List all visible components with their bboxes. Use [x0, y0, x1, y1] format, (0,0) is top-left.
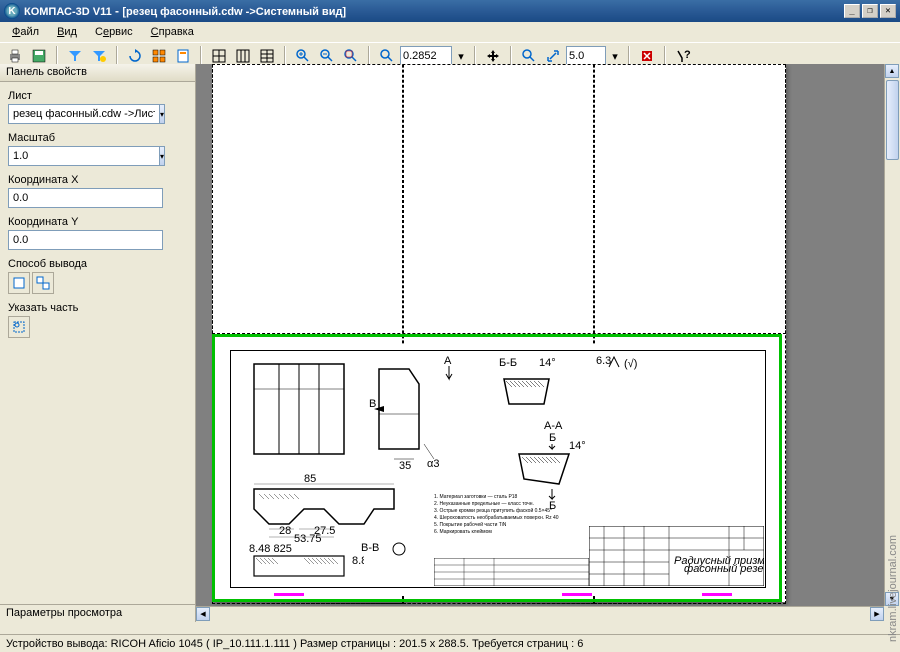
coordx-input[interactable] — [8, 188, 163, 208]
svg-text:35: 35 — [399, 460, 411, 472]
output-label: Способ вывода — [8, 258, 187, 270]
menu-help[interactable]: Справка — [143, 24, 202, 40]
zoom-value-input[interactable] — [400, 46, 452, 66]
svg-text:6.3: 6.3 — [596, 355, 611, 367]
part-label: Указать часть — [8, 302, 187, 314]
output-mode2-button[interactable] — [32, 272, 54, 294]
scroll-up-button[interactable]: ▲ — [885, 64, 899, 78]
scroll-right-button[interactable]: ▶ — [870, 607, 884, 621]
part-select-button[interactable] — [8, 316, 30, 338]
scale-value-input[interactable] — [566, 46, 606, 66]
restore-button[interactable]: ❐ — [862, 4, 878, 18]
minimize-button[interactable]: _ — [844, 4, 860, 18]
svg-text:8.48 825: 8.48 825 — [249, 544, 292, 555]
panel-tab[interactable]: Параметры просмотра — [0, 604, 195, 622]
svg-text:фасонный резец: фасонный резец — [684, 563, 764, 575]
status-text: Устройство вывода: RICOH Aficio 1045 ( I… — [6, 638, 583, 650]
menubar: Файл Вид Сервис Справка — [0, 22, 900, 42]
drawing-notes: 1. Материал заготовки — сталь Р18 2. Неу… — [434, 494, 604, 536]
drawing-content: В 35 α3 А Б-Б 14° 6.3 (√ — [224, 344, 772, 594]
output-mode1-button[interactable] — [8, 272, 30, 294]
menu-view[interactable]: Вид — [49, 24, 85, 40]
coordy-input[interactable] — [8, 230, 163, 250]
menu-service[interactable]: Сервис — [87, 24, 141, 40]
svg-text:А-А: А-А — [544, 420, 563, 432]
watermark: nkram.livejournal.com — [887, 535, 899, 642]
coordy-label: Координата Y — [8, 216, 187, 228]
close-button[interactable]: ✕ — [880, 4, 896, 18]
coordx-label: Координата X — [8, 174, 187, 186]
app-icon: K — [4, 3, 20, 19]
menu-file[interactable]: Файл — [4, 24, 47, 40]
svg-text:А: А — [444, 355, 452, 367]
scale-label: Масштаб — [8, 132, 187, 144]
svg-text:?: ? — [684, 49, 691, 61]
scale-input[interactable] — [8, 146, 159, 166]
sheet-dropdown-button[interactable]: ▾ — [159, 104, 165, 124]
svg-text:14°: 14° — [539, 357, 556, 369]
scroll-thumb[interactable] — [886, 80, 899, 160]
vertical-scrollbar[interactable]: ▲ ▼ — [884, 64, 900, 606]
svg-text:Б: Б — [549, 432, 556, 444]
canvas-area[interactable]: В 35 α3 А Б-Б 14° 6.3 (√ — [196, 64, 900, 622]
titlebar-text: КОМПАС-3D V11 - [резец фасонный.cdw ->Си… — [24, 4, 844, 18]
scroll-left-button[interactable]: ◀ — [196, 607, 210, 621]
svg-text:α3: α3 — [427, 458, 439, 470]
svg-text:53.75: 53.75 — [294, 533, 322, 544]
svg-text:Б-Б: Б-Б — [499, 357, 517, 369]
svg-text:8.8: 8.8 — [352, 555, 364, 567]
statusbar: Устройство вывода: RICOH Aficio 1045 ( I… — [0, 634, 900, 652]
svg-text:В: В — [369, 398, 376, 410]
scale-panel-dropdown-button[interactable]: ▾ — [159, 146, 165, 166]
svg-text:85: 85 — [304, 474, 316, 485]
horizontal-scrollbar[interactable]: ◀ ▶ — [196, 606, 884, 622]
svg-text:(√): (√) — [624, 358, 637, 370]
svg-text:28: 28 — [279, 525, 291, 537]
panel-header: Панель свойств — [0, 64, 195, 82]
titlebar: K КОМПАС-3D V11 - [резец фасонный.cdw ->… — [0, 0, 900, 22]
sheet-select[interactable] — [8, 104, 159, 124]
properties-panel: Панель свойств Лист ▾ Масштаб ▾ Координа… — [0, 64, 196, 622]
svg-text:14°: 14° — [569, 440, 586, 452]
sheet-label: Лист — [8, 90, 187, 102]
